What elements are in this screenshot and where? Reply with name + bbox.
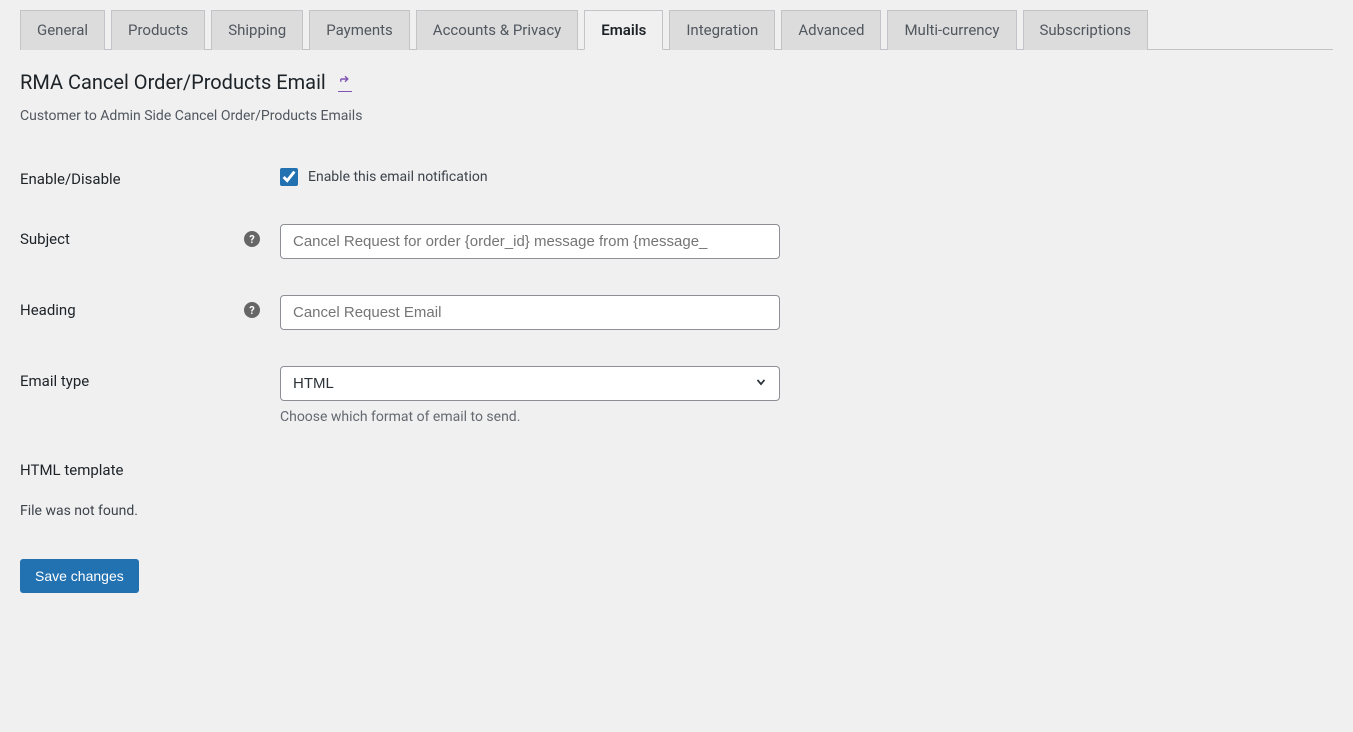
enable-checkbox-label: Enable this email notification [308, 169, 488, 185]
tab-shipping[interactable]: Shipping [211, 10, 303, 50]
heading-label: Heading [20, 301, 76, 319]
help-icon[interactable]: ? [244, 231, 260, 247]
subject-label: Subject [20, 230, 70, 248]
help-icon[interactable]: ? [244, 302, 260, 318]
tab-integration[interactable]: Integration [669, 10, 775, 50]
heading-input[interactable] [280, 295, 780, 330]
subject-input[interactable] [280, 224, 780, 259]
tab-products[interactable]: Products [111, 10, 205, 50]
return-arrow-icon [338, 72, 352, 90]
email-type-select[interactable]: HTML [280, 366, 780, 401]
tab-general[interactable]: General [20, 10, 105, 50]
tab-multi-currency[interactable]: Multi-currency [887, 10, 1016, 50]
email-type-description: Choose which format of email to send. [280, 409, 780, 425]
html-template-label: HTML template [20, 461, 1333, 479]
tab-payments[interactable]: Payments [309, 10, 410, 50]
email-type-label: Email type [20, 372, 89, 390]
back-link[interactable] [338, 72, 352, 92]
enable-disable-label: Enable/Disable [20, 170, 121, 188]
enable-checkbox-wrap[interactable]: Enable this email notification [280, 164, 488, 186]
page-title: RMA Cancel Order/Products Email [20, 70, 326, 94]
tab-subscriptions[interactable]: Subscriptions [1023, 10, 1148, 50]
save-changes-button[interactable]: Save changes [20, 559, 139, 593]
enable-checkbox[interactable] [280, 168, 298, 186]
tab-advanced[interactable]: Advanced [781, 10, 881, 50]
tab-accounts-privacy[interactable]: Accounts & Privacy [416, 10, 578, 50]
html-template-message: File was not found. [20, 503, 1333, 519]
page-description: Customer to Admin Side Cancel Order/Prod… [20, 108, 1333, 124]
settings-tabs: General Products Shipping Payments Accou… [20, 10, 1333, 50]
tab-emails[interactable]: Emails [584, 10, 663, 50]
